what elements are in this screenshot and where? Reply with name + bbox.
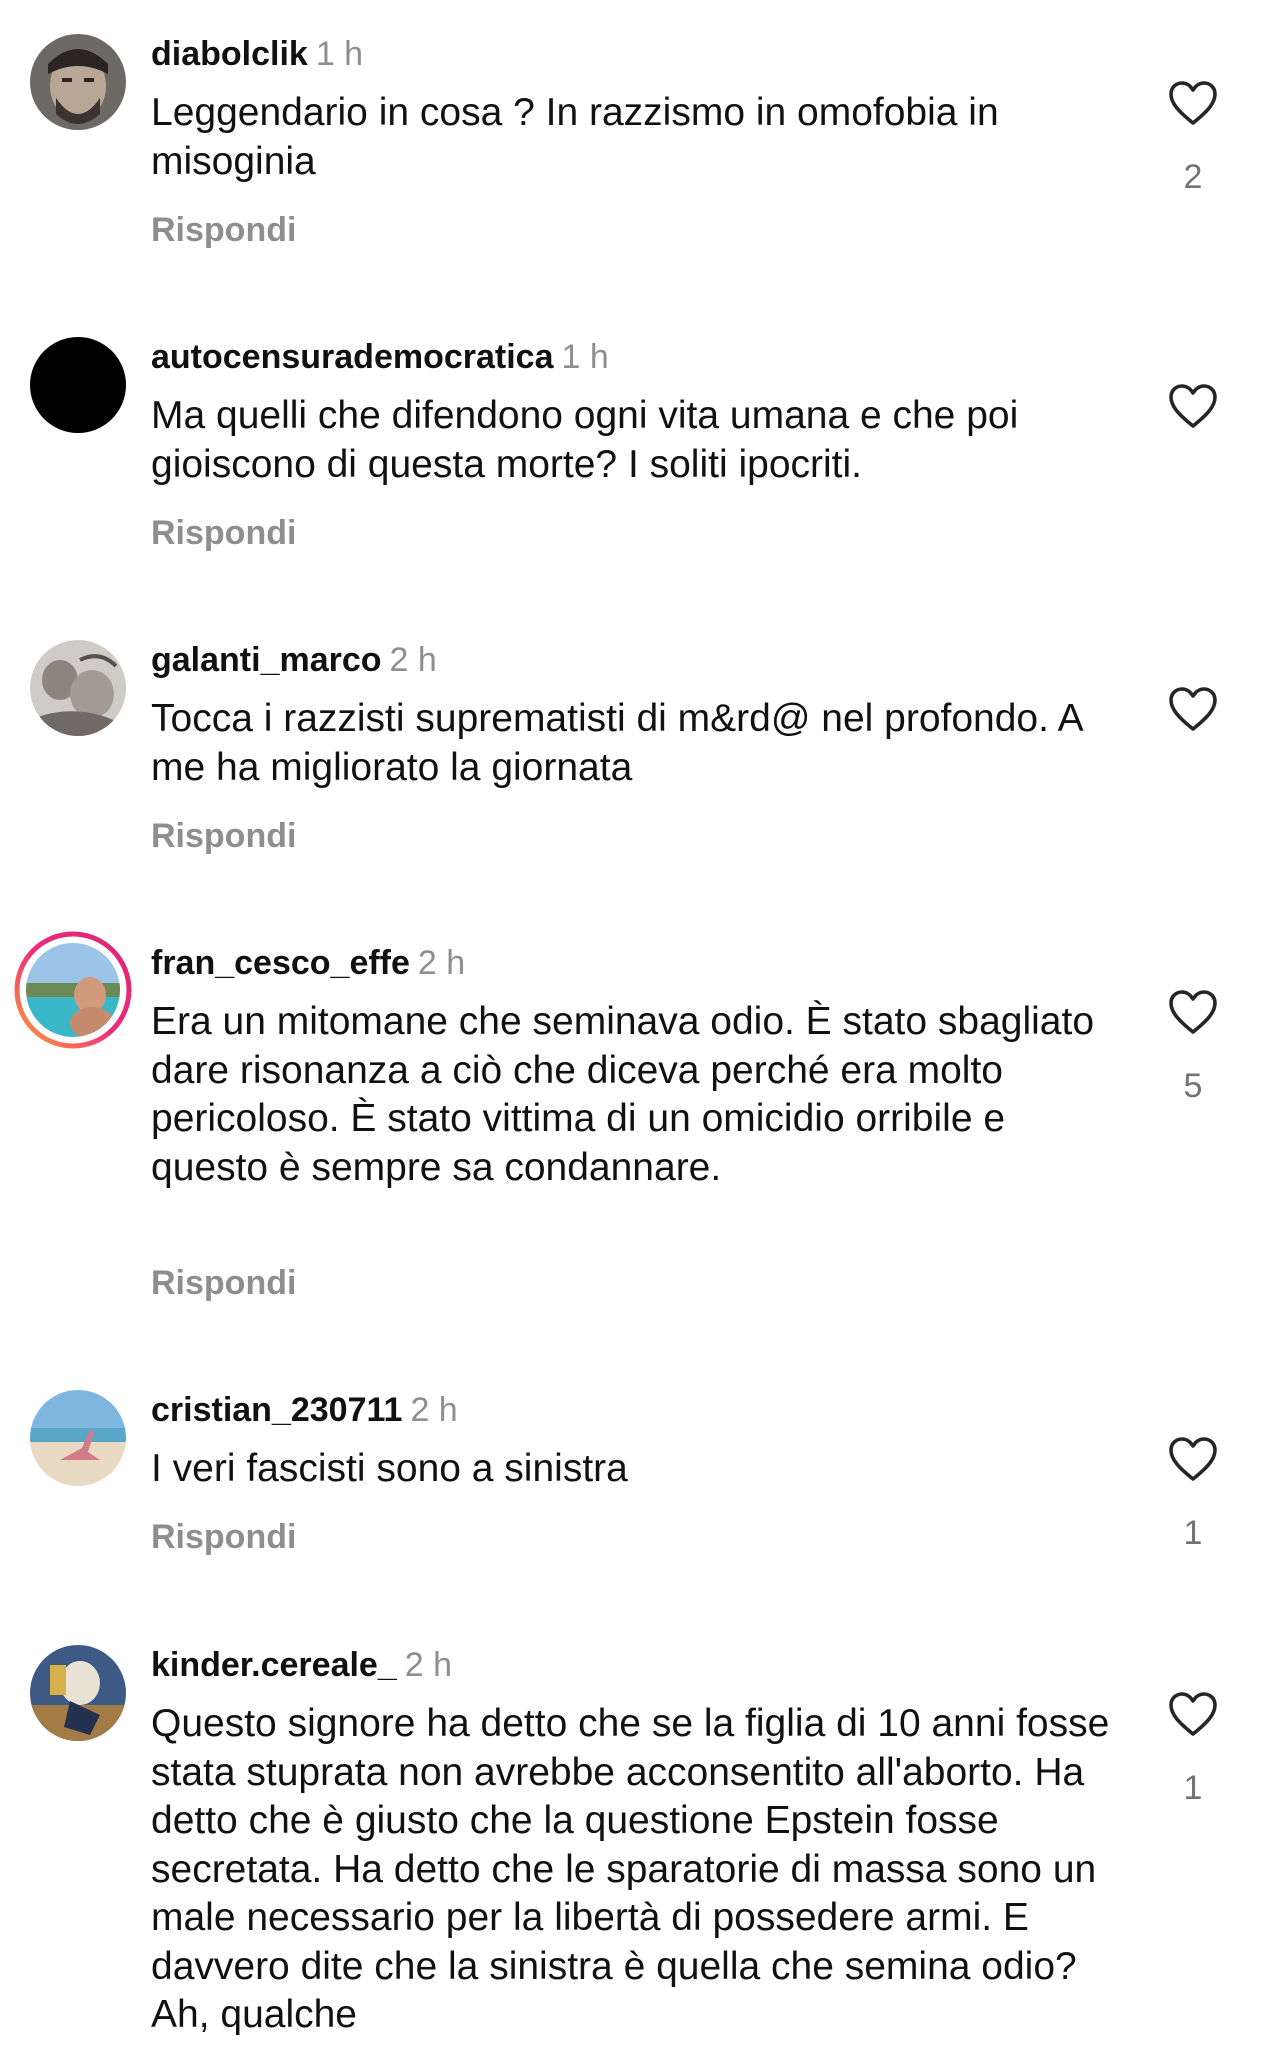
comment-text: Questo signore ha detto che se la figlia… xyxy=(151,1702,1110,2036)
heart-outline-icon xyxy=(1169,81,1217,125)
comment-header: galanti_marco 2 h xyxy=(151,640,437,680)
comment-header: diabolclik 1 h xyxy=(151,34,363,74)
heart-outline-icon xyxy=(1169,384,1217,428)
comment-text: Leggendario in cosa ? In razzismo in omo… xyxy=(151,91,999,183)
username[interactable]: autocensurademocratica xyxy=(151,338,554,376)
comment-text: Tocca i razzisti suprematisti di m&rd@ n… xyxy=(151,697,1082,789)
username[interactable]: kinder.cereale_ xyxy=(151,1646,397,1684)
like-button[interactable] xyxy=(1168,80,1218,126)
reply-button[interactable]: Rispondi xyxy=(151,513,296,553)
timestamp: 1 h xyxy=(561,338,609,376)
avatar[interactable] xyxy=(30,337,126,433)
username[interactable]: fran_cesco_effe xyxy=(151,944,410,982)
comment-text: Era un mitomane che seminava odio. È sta… xyxy=(151,1000,1095,1189)
like-button[interactable] xyxy=(1168,1691,1218,1737)
reply-button[interactable]: Rispondi xyxy=(151,1517,296,1557)
like-button[interactable] xyxy=(1168,989,1218,1035)
username[interactable]: cristian_230711 xyxy=(151,1391,402,1429)
like-count: 5 xyxy=(1183,1067,1203,1105)
username[interactable]: diabolclik xyxy=(151,35,308,73)
comment-header: cristian_230711 2 h xyxy=(151,1390,458,1430)
timestamp: 2 h xyxy=(417,944,466,982)
avatar-photo xyxy=(30,640,126,736)
avatar[interactable] xyxy=(30,34,126,130)
timestamp: 2 h xyxy=(389,641,437,679)
reply-button[interactable]: Rispondi xyxy=(151,210,296,250)
comment-text: I veri fascisti sono a sinistra xyxy=(151,1447,628,1490)
heart-outline-icon xyxy=(1169,1437,1217,1481)
like-button[interactable] xyxy=(1168,383,1218,429)
comment-header: autocensurademocratica 1 h xyxy=(151,337,609,377)
avatar-photo xyxy=(30,34,126,130)
avatar-photo xyxy=(30,1390,126,1486)
timestamp: 2 h xyxy=(410,1391,458,1429)
like-button[interactable] xyxy=(1168,1436,1218,1482)
avatar-photo xyxy=(30,337,126,433)
comment-text: Ma quelli che difendono ogni vita umana … xyxy=(151,394,1019,486)
like-count: 1 xyxy=(1183,1769,1203,1807)
avatar-photo xyxy=(30,1645,126,1741)
reply-button[interactable]: Rispondi xyxy=(151,1263,296,1303)
timestamp: 1 h xyxy=(315,35,364,73)
comment-header: fran_cesco_effe 2 h xyxy=(151,943,465,983)
avatar-photo xyxy=(14,931,132,1049)
like-button[interactable] xyxy=(1168,686,1218,732)
like-count: 1 xyxy=(1183,1514,1203,1552)
avatar[interactable] xyxy=(30,640,126,736)
heart-outline-icon xyxy=(1169,1692,1217,1736)
heart-outline-icon xyxy=(1169,990,1217,1034)
like-count: 2 xyxy=(1183,158,1203,196)
comment-header: kinder.cereale_ 2 h xyxy=(151,1645,452,1685)
avatar[interactable] xyxy=(30,1390,126,1486)
reply-button[interactable]: Rispondi xyxy=(151,816,296,856)
avatar-with-story-ring[interactable] xyxy=(14,931,132,1049)
username[interactable]: galanti_marco xyxy=(151,641,382,679)
timestamp: 2 h xyxy=(404,1646,453,1684)
heart-outline-icon xyxy=(1169,687,1217,731)
avatar[interactable] xyxy=(30,1645,126,1741)
